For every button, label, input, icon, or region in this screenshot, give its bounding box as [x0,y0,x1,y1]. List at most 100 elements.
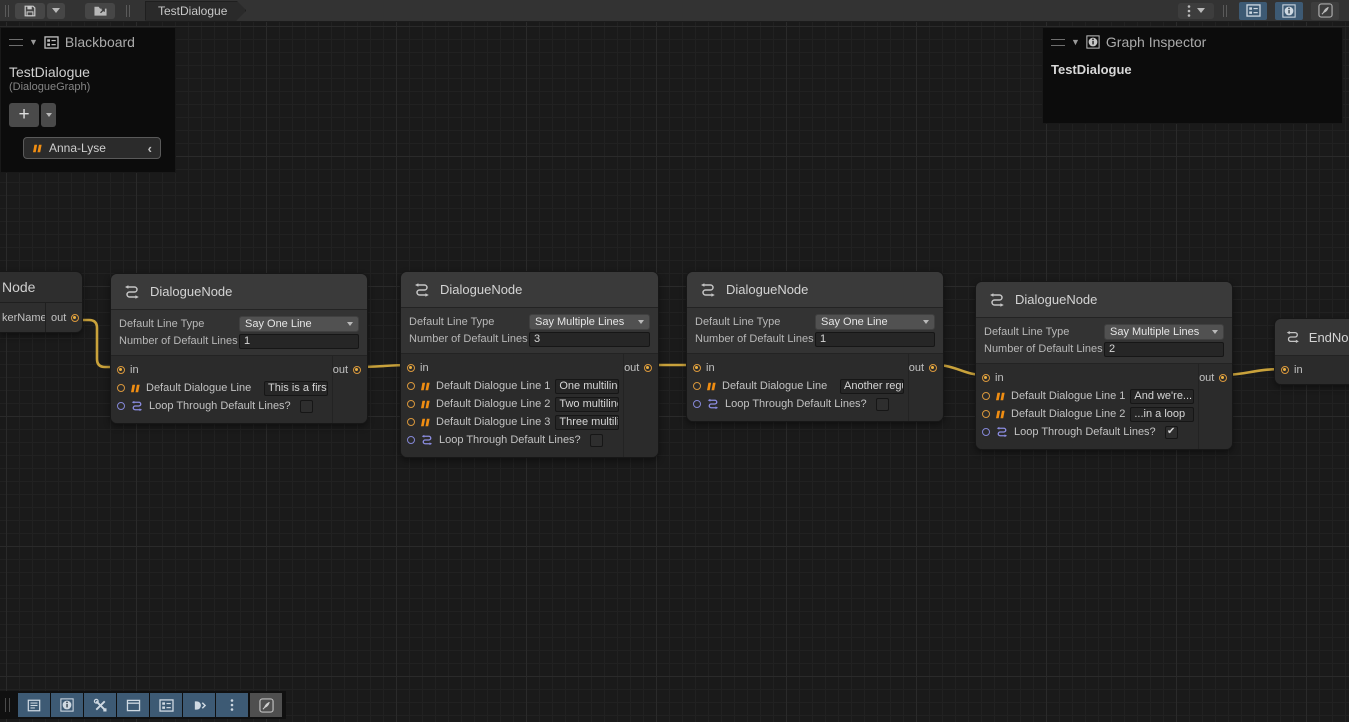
line-count-field[interactable]: 1 [239,334,359,349]
toggle-preview-button[interactable] [1311,2,1339,20]
line-type-dropdown[interactable]: Say One Line [815,314,935,330]
dialogue-line-field[interactable]: ...in a loop [1130,407,1194,422]
save-dropdown-button[interactable] [47,3,65,19]
input-port[interactable] [693,400,701,408]
loop-checkbox[interactable]: ✔ [1165,426,1178,439]
line-type-dropdown[interactable]: Say Multiple Lines [1104,324,1224,340]
line-count-field[interactable]: 1 [815,332,935,347]
port-label: Default Dialogue Line [722,380,827,392]
graph-tab[interactable]: TestDialogue [145,1,246,21]
open-asset-button[interactable] [85,3,115,19]
output-port[interactable] [1219,374,1227,382]
node-title-bar[interactable]: DialogueNode [687,272,943,308]
add-property-dropdown[interactable] [41,103,56,127]
tools-button[interactable] [84,693,116,717]
input-port[interactable] [407,382,415,390]
dialogue-line-field[interactable]: Another regu [840,379,904,394]
field-name: Anna-Lyse [49,141,142,155]
toggle-inspector-button[interactable] [1275,2,1303,20]
dialogue-line-field[interactable]: Three multilin [555,415,619,430]
blackboard-field-anna-lyse[interactable]: Anna-Lyse ‹ [23,137,161,159]
drag-handle-icon[interactable] [9,39,23,46]
output-port[interactable] [353,366,361,374]
input-port[interactable] [407,400,415,408]
dialogue-line-field[interactable]: This is a first [264,381,328,396]
chevron-left-icon[interactable]: ‹ [148,141,152,156]
collapse-arrow-icon[interactable]: ▼ [29,38,38,47]
line-count-field[interactable]: 3 [529,332,650,347]
output-port[interactable] [644,364,652,372]
drag-handle-icon[interactable] [1051,39,1065,46]
output-port[interactable] [929,364,937,372]
save-icon [23,4,37,18]
end-node[interactable]: EndNode in [1274,318,1349,385]
dialogue-line-field[interactable]: And we're... [1130,389,1194,404]
inspector-header[interactable]: ▼ Graph Inspector [1043,28,1342,54]
console-button[interactable] [18,693,50,717]
loop-checkbox[interactable] [876,398,889,411]
preview-toggle-button[interactable] [250,693,282,717]
wrench-screwdriver-icon [93,698,108,713]
input-port[interactable] [1281,366,1289,374]
dialogue-node-1[interactable]: DialogueNode Default Line Type Say One L… [110,273,368,424]
input-port[interactable] [982,428,990,436]
input-port[interactable] [407,418,415,426]
input-port[interactable] [407,436,415,444]
toolbar-drag-handle[interactable] [3,5,11,17]
node-inputs: in Default Dialogue Line This is a first… [111,356,332,423]
blackboard-toggle-button[interactable] [150,693,182,717]
input-port[interactable] [982,374,990,382]
toggle-blackboard-button[interactable] [1239,2,1267,20]
dialogue-node-2[interactable]: DialogueNode Default Line Type Say Multi… [400,271,659,458]
output-port[interactable] [71,314,79,322]
dialogue-node-3[interactable]: DialogueNode Default Line Type Say One L… [686,271,944,422]
node-title-bar[interactable]: DialogueNode [111,274,367,310]
quote-icon [420,382,431,391]
in-label: in [706,362,715,374]
save-button[interactable] [15,3,45,19]
dropdown-value: Say One Line [245,318,312,330]
loop-icon [420,434,434,446]
add-property-button[interactable]: + [9,103,39,127]
input-port[interactable] [117,384,125,392]
input-port[interactable] [117,366,125,374]
input-port[interactable] [693,364,701,372]
speaker-node-partial[interactable]: Node kerName out [0,271,83,333]
input-port[interactable] [982,392,990,400]
input-port[interactable] [982,410,990,418]
more-options-button[interactable] [216,693,248,717]
dialogue-line-field[interactable]: Two multiline [555,397,619,412]
top-toolbar: TestDialogue [0,0,1349,22]
prop-label: Number of Default Lines [119,335,239,347]
toolbar-drag-handle[interactable] [5,698,14,712]
input-port[interactable] [693,382,701,390]
collapse-arrow-icon[interactable]: ▼ [1071,38,1080,47]
node-title-bar[interactable]: DialogueNode [401,272,658,308]
loop-checkbox[interactable] [300,400,313,413]
dropdown-value: Say One Line [821,316,888,328]
chevron-down-icon [52,8,60,13]
blackboard-graph-name: TestDialogue [1,54,175,80]
input-port[interactable] [407,364,415,372]
inspector-toggle-button[interactable] [51,693,83,717]
window-button[interactable] [117,693,149,717]
prop-label: Default Line Type [409,316,529,328]
dropdown-value: Say Multiple Lines [1110,326,1199,338]
dialogue-node-4[interactable]: DialogueNode Default Line Type Say Multi… [975,281,1233,450]
node-properties: Default Line Type Say One Line Number of… [111,310,367,356]
line-count-field[interactable]: 2 [1104,342,1224,357]
dialogue-flow-icon [413,282,431,298]
options-menu-button[interactable] [1178,3,1214,19]
node-title: DialogueNode [440,282,522,297]
blackboard-header[interactable]: ▼ Blackboard [1,28,175,54]
play-preview-button[interactable] [183,693,215,717]
node-inputs: in Default Dialogue Line 1 And we're... … [976,364,1198,449]
node-title-bar[interactable]: EndNode [1275,319,1349,356]
document-lines-icon [27,699,41,712]
node-title-bar[interactable]: DialogueNode [976,282,1232,318]
loop-checkbox[interactable] [590,434,603,447]
line-type-dropdown[interactable]: Say One Line [239,316,359,332]
line-type-dropdown[interactable]: Say Multiple Lines [529,314,650,330]
input-port[interactable] [117,402,125,410]
dialogue-line-field[interactable]: One multiline [555,379,619,394]
